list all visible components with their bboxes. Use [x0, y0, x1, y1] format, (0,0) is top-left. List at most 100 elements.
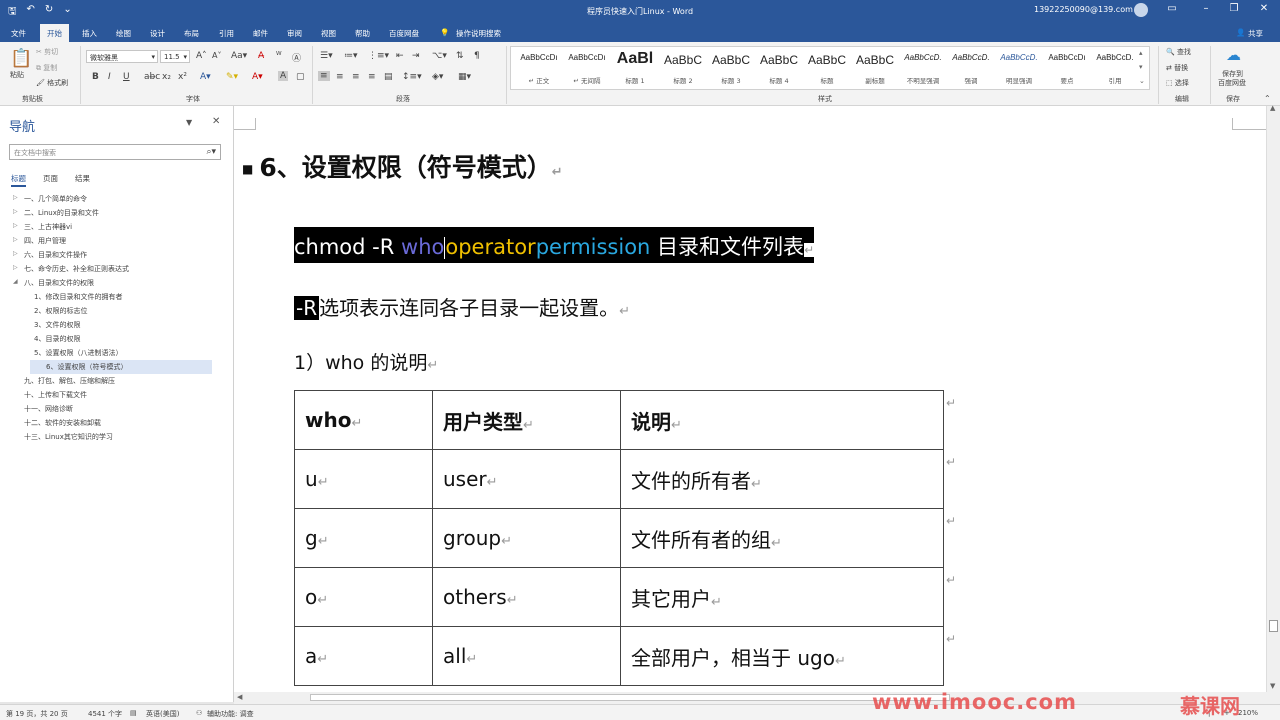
nav-tab-results[interactable]: 结果 [75, 173, 90, 184]
nav-heading-item[interactable]: 十三、Linux其它知识的学习 [0, 430, 233, 444]
vertical-scroll-thumb[interactable] [1269, 620, 1278, 632]
style-item[interactable]: AaBbC 标题 3 [707, 47, 758, 91]
replace-button[interactable]: ⇄ 替换 [1166, 63, 1188, 73]
tab-help[interactable]: 帮助 [355, 28, 370, 39]
cloud-icon[interactable]: ☁ [1226, 46, 1241, 64]
bullets-icon[interactable]: ☰▾ [320, 51, 333, 61]
show-marks-icon[interactable]: ¶ [474, 51, 480, 61]
collapsed-arrow-icon[interactable]: ▷ [13, 250, 18, 257]
shading-icon[interactable]: ◈▾ [432, 72, 443, 82]
numbering-icon[interactable]: ≔▾ [344, 51, 358, 61]
nav-heading-item[interactable]: ◢ 八、目录和文件的权限 [0, 276, 233, 290]
style-item[interactable]: AaBbC 标题 2 [659, 47, 710, 91]
nav-heading-item[interactable]: 2、权限的标志位 [0, 304, 233, 318]
style-item[interactable]: AaBbCcD. 强调 [947, 47, 998, 91]
scroll-down-icon[interactable]: ▼ [1270, 682, 1275, 690]
nav-heading-item[interactable]: 十二、软件的安装和卸载 [0, 416, 233, 430]
borders-icon[interactable]: ▦▾ [458, 72, 471, 82]
phonetic-guide-icon[interactable]: ᵂ [276, 51, 282, 61]
paste-button[interactable]: 粘贴 [10, 70, 24, 80]
paste-icon[interactable]: 📋 [10, 48, 32, 69]
tab-review[interactable]: 审阅 [287, 28, 302, 39]
multilevel-list-icon[interactable]: ⋮≡▾ [368, 51, 389, 61]
style-item[interactable]: AaBbCcDı 要点 [1043, 47, 1094, 91]
nav-heading-item[interactable]: 九、打包、解包、压缩和解压 [0, 374, 233, 388]
nav-close-icon[interactable]: ✕ [212, 116, 220, 127]
style-item[interactable]: AaBbCcD. 明显强调 [995, 47, 1046, 91]
chinese-layout-icon[interactable]: ⌥▾ [432, 51, 447, 61]
nav-search-input[interactable]: 在文档中搜索 ⌕▾ [9, 144, 221, 160]
vertical-scrollbar[interactable]: ▲ ▼ [1266, 104, 1280, 692]
nav-heading-item[interactable]: 4、目录的权限 [0, 332, 233, 346]
strikethrough-icon[interactable]: ab̶c [144, 72, 160, 82]
horizontal-scroll-thumb[interactable] [310, 694, 950, 701]
tab-layout[interactable]: 布局 [184, 28, 199, 39]
scroll-left-icon[interactable]: ◀ [237, 693, 242, 701]
scroll-up-icon[interactable]: ▲ [1270, 104, 1275, 112]
collapse-ribbon-icon[interactable]: ⌃ [1264, 94, 1271, 103]
accessibility-status[interactable]: 辅助功能: 调查 [207, 709, 254, 719]
nav-tab-pages[interactable]: 页面 [43, 173, 58, 184]
align-left-icon[interactable]: ≡ [318, 71, 330, 81]
bold-icon[interactable]: B [92, 72, 99, 82]
highlight-icon[interactable]: ✎▾ [226, 72, 238, 82]
language-indicator[interactable]: 英语(美国) [146, 709, 179, 719]
subscript-icon[interactable]: x₂ [162, 72, 171, 82]
line-spacing-icon[interactable]: ↕≡▾ [402, 72, 422, 82]
collapsed-arrow-icon[interactable]: ▷ [13, 208, 18, 215]
tab-references[interactable]: 引用 [219, 28, 234, 39]
style-item[interactable]: AaBbC 标题 [803, 47, 854, 91]
zoom-level[interactable]: 210% [1238, 709, 1258, 717]
account-name[interactable]: 13922250090@139.com [1034, 5, 1133, 14]
nav-heading-item[interactable]: 6、设置权限（符号模式） [30, 360, 212, 374]
table-cell[interactable]: user↵ [432, 449, 621, 509]
italic-icon[interactable]: I [108, 72, 111, 82]
word-count[interactable]: 4541 个字 [88, 709, 122, 719]
char-border-icon[interactable]: ▢ [296, 72, 305, 82]
nav-heading-item[interactable]: 十、上传和下载文件 [0, 388, 233, 402]
style-item[interactable]: AaBbCcDı ↵ 无间隔 [563, 47, 614, 91]
align-center-icon[interactable]: ≡ [336, 72, 344, 82]
collapsed-arrow-icon[interactable]: ▷ [13, 236, 18, 243]
nav-heading-item[interactable]: 十一、网络诊断 [0, 402, 233, 416]
table-cell[interactable]: g↵ [294, 508, 433, 568]
distributed-icon[interactable]: ▤ [384, 72, 393, 82]
command-syntax-line[interactable]: chmod -R whooperatorpermission 目录和文件列表↵ [294, 227, 815, 263]
nav-heading-item[interactable]: 3、文件的权限 [0, 318, 233, 332]
tab-view[interactable]: 视图 [321, 28, 336, 39]
tell-me-search[interactable]: 操作说明搜索 [456, 28, 501, 39]
table-header-cell[interactable]: 说明↵ [620, 390, 944, 450]
table-header-cell[interactable]: who↵ [294, 390, 433, 450]
table-cell[interactable]: all↵ [432, 626, 621, 686]
justify-icon[interactable]: ≡ [368, 72, 376, 82]
nav-heading-item[interactable]: ▷ 四、用户管理 [0, 234, 233, 248]
nav-heading-item[interactable]: ▷ 三、上古神器vi [0, 220, 233, 234]
nav-heading-item[interactable]: ▷ 六、目录和文件操作 [0, 248, 233, 262]
tab-draw[interactable]: 绘图 [116, 28, 131, 39]
shrink-font-icon[interactable]: A˅ [212, 51, 221, 60]
avatar[interactable] [1134, 3, 1148, 17]
style-item[interactable]: AaBbC 副标题 [851, 47, 902, 91]
style-item[interactable]: AaBbCcDı ↵ 正文 [515, 47, 566, 91]
table-cell[interactable]: 其它用户↵ [620, 567, 944, 627]
table-cell[interactable]: others↵ [432, 567, 621, 627]
clear-formatting-icon[interactable]: A̶ [258, 51, 264, 61]
cut-button[interactable]: ✂ 剪切 [36, 47, 58, 57]
copy-button[interactable]: ⧉ 复制 [36, 63, 57, 73]
gallery-more-icon[interactable]: ⌄ [1139, 77, 1145, 85]
collapsed-arrow-icon[interactable]: ▷ [13, 222, 18, 229]
align-right-icon[interactable]: ≡ [352, 72, 360, 82]
table-cell[interactable]: o↵ [294, 567, 433, 627]
close-icon[interactable]: ✕ [1254, 3, 1274, 14]
table-cell[interactable]: 文件所有者的组↵ [620, 508, 944, 568]
font-size-box[interactable]: 11.5 ▾ [160, 50, 190, 63]
collapsed-arrow-icon[interactable]: ▷ [13, 194, 18, 201]
font-name-box[interactable]: 微软雅黑 ▾ [86, 50, 158, 63]
style-item[interactable]: AaBl 标题 1 [611, 47, 662, 91]
style-item[interactable]: AaBbC 标题 4 [755, 47, 806, 91]
table-cell[interactable]: 文件的所有者↵ [620, 449, 944, 509]
increase-indent-icon[interactable]: ⇥ [412, 51, 420, 61]
select-button[interactable]: ⬚ 选择 [1166, 78, 1189, 88]
grow-font-icon[interactable]: A˄ [196, 51, 207, 61]
horizontal-scrollbar[interactable]: ◀ [234, 692, 1280, 704]
